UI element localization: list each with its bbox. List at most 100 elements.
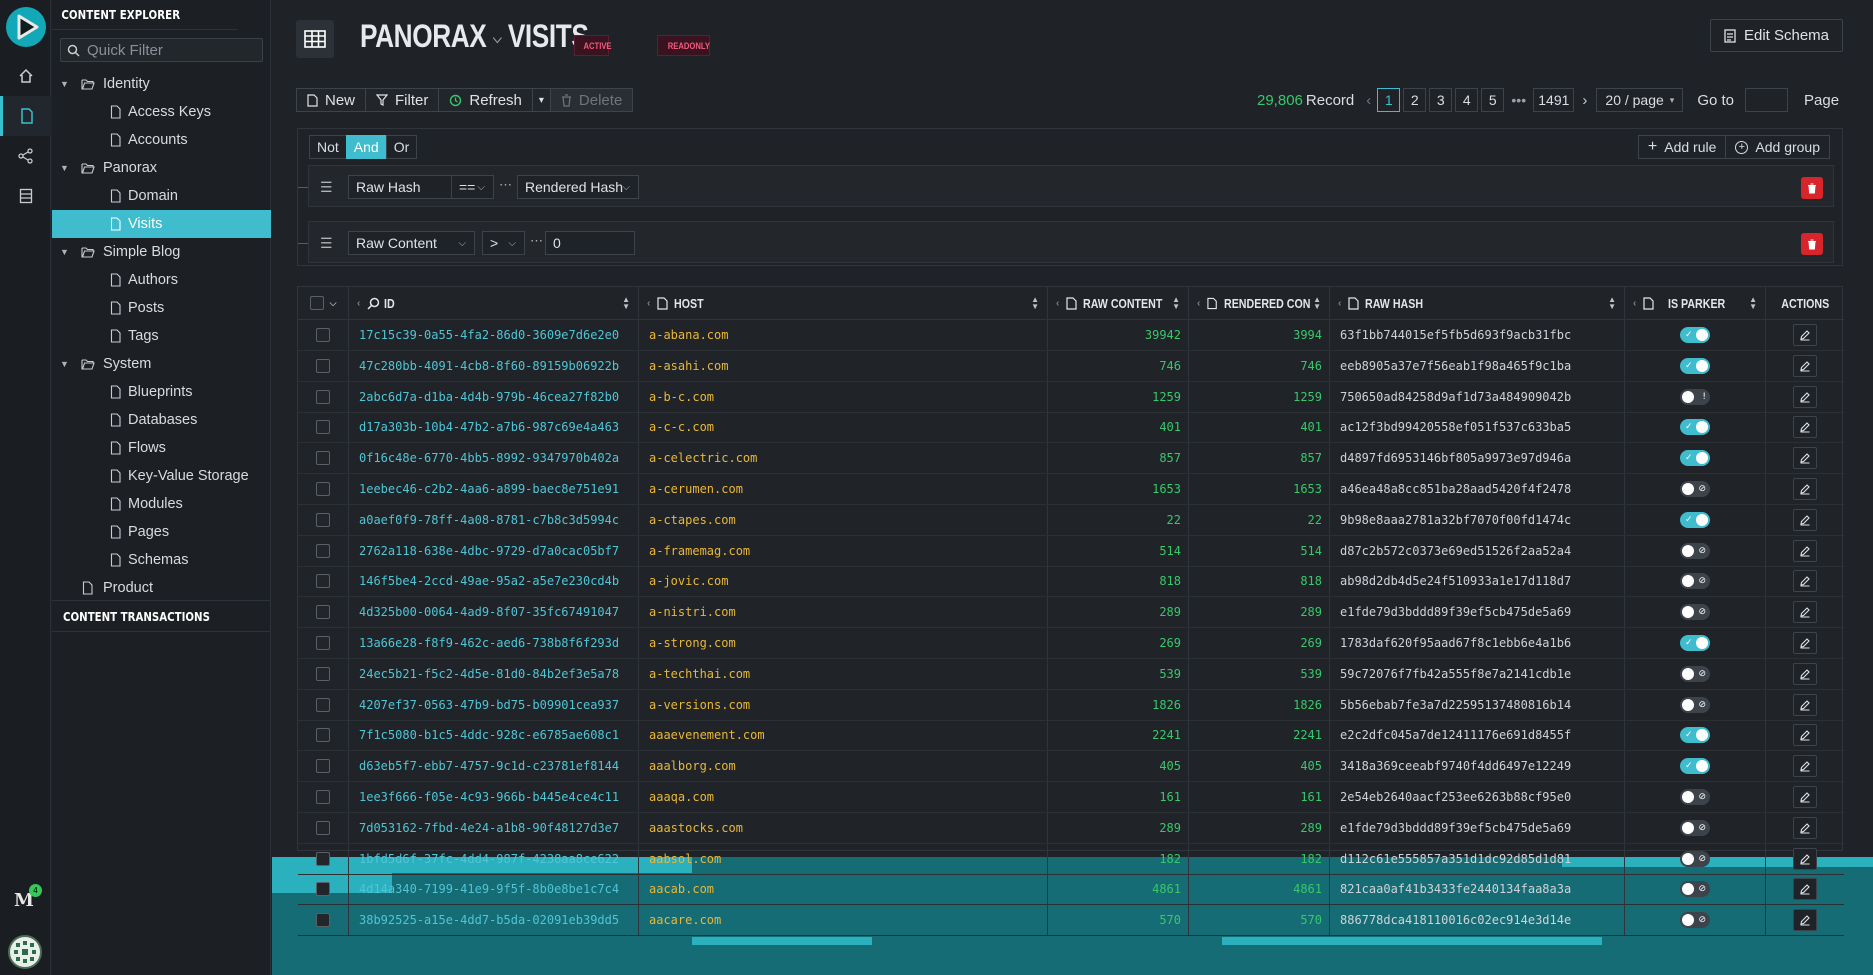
id-cell[interactable]: 17c15c39-0a55-4fa2-86d0-3609e7d6e2e0 [349,320,639,350]
filter-button[interactable]: Filter [366,88,440,112]
sidebar-item-flows[interactable]: Flows [52,434,271,462]
value-source-icon[interactable]: ⋯ [499,177,512,193]
sidebar-item-key-value-storage[interactable]: Key-Value Storage [52,462,271,490]
row-checkbox[interactable] [316,574,330,589]
host-cell[interactable]: a-c-c.com [639,412,1048,443]
row-checkbox[interactable] [316,759,330,774]
sidebar-item-visits[interactable]: Visits [52,210,271,238]
sidebar-item-tags[interactable]: Tags [52,322,271,350]
id-cell[interactable]: 1bfd5d6f-37fc-4dd4-987f-4238aa8ce622 [349,843,639,874]
sort-icon[interactable]: ▲ ▼ [1172,296,1180,311]
is-parker-toggle[interactable]: ✓ [1680,327,1710,343]
quick-filter[interactable] [60,38,263,62]
host-cell[interactable]: a-celectric.com [639,443,1048,474]
page-2[interactable]: 2 [1403,88,1427,112]
rule-operator-select[interactable]: == ⌵ [451,175,494,199]
sidebar-item-accounts[interactable]: Accounts [52,126,271,154]
edit-schema-button[interactable]: Edit Schema [1710,19,1843,52]
id-cell[interactable]: a0aef0f9-78ff-4a08-8781-c7b8c3d5994c [349,504,639,535]
refresh-options-dropdown[interactable]: ▾ [532,88,551,112]
row-checkbox[interactable] [316,790,330,804]
table-row[interactable]: 7f1c5080-b1c5-4ddc-928c-e6785ae608c1 aaae… [298,720,1844,752]
remove-rule-button[interactable] [1801,233,1823,255]
host-cell[interactable]: aacab.com [639,874,1048,905]
page-4[interactable]: 4 [1455,88,1479,112]
column-header-raw-content[interactable]: ‹ RAW CONTENT ▲ ▼ [1048,287,1189,320]
page-3[interactable]: 3 [1429,88,1453,112]
id-cell[interactable]: 47c280bb-4091-4cb8-8f60-89159b06922b [349,350,639,381]
add-rule-button[interactable]: + Add rule [1637,135,1727,159]
edit-row-button[interactable] [1793,570,1817,593]
host-cell[interactable]: aaaevenement.com [639,720,1048,751]
table-row[interactable]: 38b92525-a15e-4dd7-b5da-02091eb39dd5 aaca… [298,905,1844,937]
host-cell[interactable]: a-asahi.com [639,350,1048,381]
table-row[interactable]: 146f5be4-2ccd-49ae-95a2-a5e7e230cd4b a-jo… [298,566,1844,598]
edit-row-button[interactable] [1793,324,1817,346]
sidebar-item-simple-blog[interactable]: ▼ Simple Blog [52,238,271,266]
id-cell[interactable]: 4d325b00-0064-4ad9-8f07-35fc67491047 [349,597,639,628]
row-checkbox[interactable] [316,482,330,496]
content-transactions-header[interactable]: CONTENT TRANSACTIONS [52,600,271,632]
sidebar-item-product[interactable]: Product [52,574,271,602]
is-parker-toggle[interactable]: ⊘ [1680,819,1710,836]
sort-icon[interactable]: ▲ ▼ [1031,296,1039,311]
column-header-raw-hash[interactable]: ‹ RAW HASH ▲ ▼ [1330,287,1625,320]
goto-page-input[interactable] [1745,88,1789,112]
rule-value-select[interactable]: Rendered Hash ⌵ [517,175,639,199]
edit-row-button[interactable] [1793,693,1817,716]
sidebar-item-access-keys[interactable]: Access Keys [52,98,271,126]
is-parker-toggle[interactable]: ⊘ [1680,881,1710,898]
sidebar-item-domain[interactable]: Domain [52,182,271,210]
caret-down-icon[interactable]: ▼ [60,247,70,257]
edit-row-button[interactable] [1793,601,1817,624]
sidebar-item-identity[interactable]: ▼ Identity [52,70,271,98]
id-cell[interactable]: 146f5be4-2ccd-49ae-95a2-a5e7e230cd4b [349,566,639,597]
row-checkbox[interactable] [316,605,330,620]
drag-handle-icon[interactable]: ☰ [320,179,333,196]
rule-value-input[interactable]: 0 [545,231,635,255]
row-checkbox[interactable] [316,913,330,928]
row-checkbox[interactable] [316,636,330,650]
avatar[interactable] [8,935,42,969]
edit-row-button[interactable] [1793,662,1817,685]
table-row[interactable]: 2762a118-638e-4dbc-9729-d7a0cac05bf7 a-fr… [298,535,1844,567]
id-cell[interactable]: 7d053162-7fbd-4e24-a1b8-90f48127d3e7 [349,812,639,843]
is-parker-toggle[interactable]: ! [1680,388,1710,405]
host-cell[interactable]: a-nistri.com [639,597,1048,628]
is-parker-toggle[interactable]: ✓ [1680,511,1710,528]
is-parker-toggle[interactable]: ⊘ [1680,542,1710,559]
row-checkbox[interactable] [316,420,330,435]
database-icon[interactable] [0,176,51,216]
edit-row-button[interactable] [1793,847,1817,870]
is-parker-toggle[interactable]: ✓ [1680,635,1710,651]
caret-down-icon[interactable]: ▼ [60,163,70,173]
table-row[interactable]: d17a303b-10b4-47b2-a7b6-987c69e4a463 a-c-… [298,412,1844,444]
host-cell[interactable]: a-abana.com [639,320,1048,350]
table-row[interactable]: 1bfd5d6f-37fc-4dd4-987f-4238aa8ce622 aabs… [298,843,1844,875]
sidebar-item-schemas[interactable]: Schemas [52,546,271,574]
edit-row-button[interactable] [1793,416,1817,439]
is-parker-toggle[interactable]: ⊘ [1680,850,1710,867]
column-header-host[interactable]: ‹ HOST ▲ ▼ [639,287,1048,320]
row-checkbox[interactable] [316,512,330,527]
is-parker-toggle[interactable]: ✓ [1680,450,1710,467]
delete-button[interactable]: Delete [550,88,634,112]
sidebar-item-databases[interactable]: Databases [52,406,271,434]
host-cell[interactable]: a-versions.com [639,689,1048,720]
content-explorer-icon[interactable] [0,96,51,136]
drag-handle-icon[interactable]: ☰ [320,235,333,252]
table-row[interactable]: 13a66e28-f8f9-462c-aed6-738b8f6f293d a-st… [298,628,1844,659]
rule-operator-select[interactable]: > ⌵ [482,231,525,255]
host-cell[interactable]: a-framemag.com [639,535,1048,566]
id-cell[interactable]: 2abc6d7a-d1ba-4d4b-979b-46cea27f82b0 [349,381,639,412]
table-row[interactable]: 0f16c48e-6770-4bb5-8992-9347970b402a a-ce… [298,443,1844,475]
page-size-select[interactable]: 20 / page ▾ [1596,88,1684,112]
database-name[interactable]: PANORAX [360,18,487,54]
host-cell[interactable]: a-jovic.com [639,566,1048,597]
column-header-is-parker[interactable]: ‹ IS PARKER ▲ ▼ [1625,287,1766,320]
table-row[interactable]: a0aef0f9-78ff-4a08-8781-c7b8c3d5994c a-ct… [298,504,1844,536]
row-checkbox[interactable] [316,451,330,466]
id-cell[interactable]: 13a66e28-f8f9-462c-aed6-738b8f6f293d [349,628,639,658]
column-header-id[interactable]: ‹ ID ▲ ▼ [349,287,639,320]
edit-row-button[interactable] [1793,909,1817,932]
